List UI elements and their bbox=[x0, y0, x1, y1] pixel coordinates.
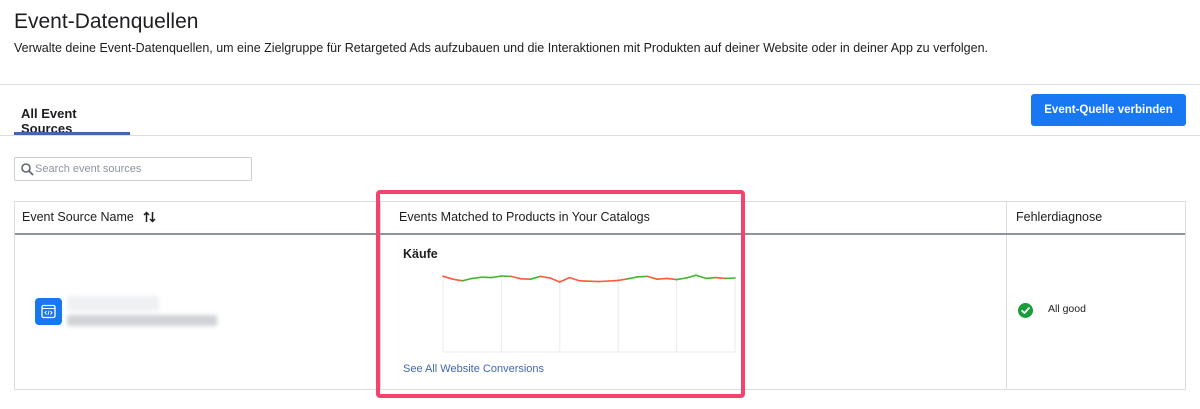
search-input[interactable] bbox=[35, 160, 247, 178]
chart-line-segment bbox=[656, 277, 668, 280]
chart-line-segment bbox=[685, 274, 697, 279]
chart-line-segment bbox=[666, 277, 678, 281]
column-header-diagnostics: Fehlerdiagnose bbox=[1006, 202, 1187, 233]
chart-line-segment bbox=[617, 278, 629, 282]
column-header-event-source-name[interactable]: Event Source Name bbox=[15, 202, 380, 233]
connect-event-source-button[interactable]: Event-Quelle verbinden bbox=[1031, 94, 1186, 126]
chart-line-segment bbox=[549, 277, 561, 283]
search-box[interactable] bbox=[14, 157, 252, 181]
chart-line-segment bbox=[597, 280, 610, 283]
chart-line-segment bbox=[539, 275, 551, 279]
tab-all-event-sources[interactable]: All Event Sources bbox=[14, 95, 130, 136]
page-description: Verwalte deine Event-Datenquellen, um ei… bbox=[14, 41, 989, 55]
event-sources-table: Event Source Name Events Matched to Prod… bbox=[14, 201, 1186, 390]
chart-line-segment bbox=[461, 277, 473, 282]
column-divider bbox=[380, 235, 381, 390]
chart-line-segment bbox=[714, 276, 727, 280]
tabs-divider bbox=[0, 135, 1200, 136]
chart-line-segment bbox=[675, 277, 688, 281]
chart-line-segment bbox=[704, 276, 717, 280]
column-header-events-matched: Events Matched to Products in Your Catal… bbox=[380, 202, 1006, 233]
chart-line-segment bbox=[646, 275, 658, 280]
column-header-label: Event Source Name bbox=[22, 210, 134, 224]
chart-line-segment bbox=[568, 276, 581, 282]
code-window-icon bbox=[35, 298, 62, 325]
page-title: Event-Datenquellen bbox=[14, 10, 199, 33]
chart-line-segment bbox=[695, 274, 707, 280]
header-divider bbox=[0, 84, 1200, 85]
chart-line-segment bbox=[510, 275, 522, 280]
check-circle-icon bbox=[1018, 303, 1033, 318]
purchases-line-chart bbox=[442, 274, 736, 353]
chart-line-segment bbox=[490, 275, 503, 279]
chart-line-segment bbox=[442, 275, 454, 280]
source-id-redacted bbox=[67, 315, 217, 326]
chart-title: Käufe bbox=[403, 247, 438, 261]
table-header-underline bbox=[15, 233, 1185, 235]
chart-line-segment bbox=[529, 275, 542, 280]
chart-line-segment bbox=[451, 278, 464, 282]
chart-line-segment bbox=[471, 276, 483, 280]
chart-line-segment bbox=[559, 276, 571, 283]
column-divider bbox=[1006, 235, 1007, 390]
status-text: All good bbox=[1048, 303, 1086, 315]
see-all-website-conversions-link[interactable]: See All Website Conversions bbox=[403, 363, 544, 375]
chart-line-segment bbox=[627, 276, 639, 280]
sort-icon[interactable] bbox=[143, 211, 156, 223]
chart-line-segment bbox=[607, 279, 619, 282]
search-icon bbox=[21, 163, 34, 176]
source-name-redacted bbox=[67, 296, 159, 311]
